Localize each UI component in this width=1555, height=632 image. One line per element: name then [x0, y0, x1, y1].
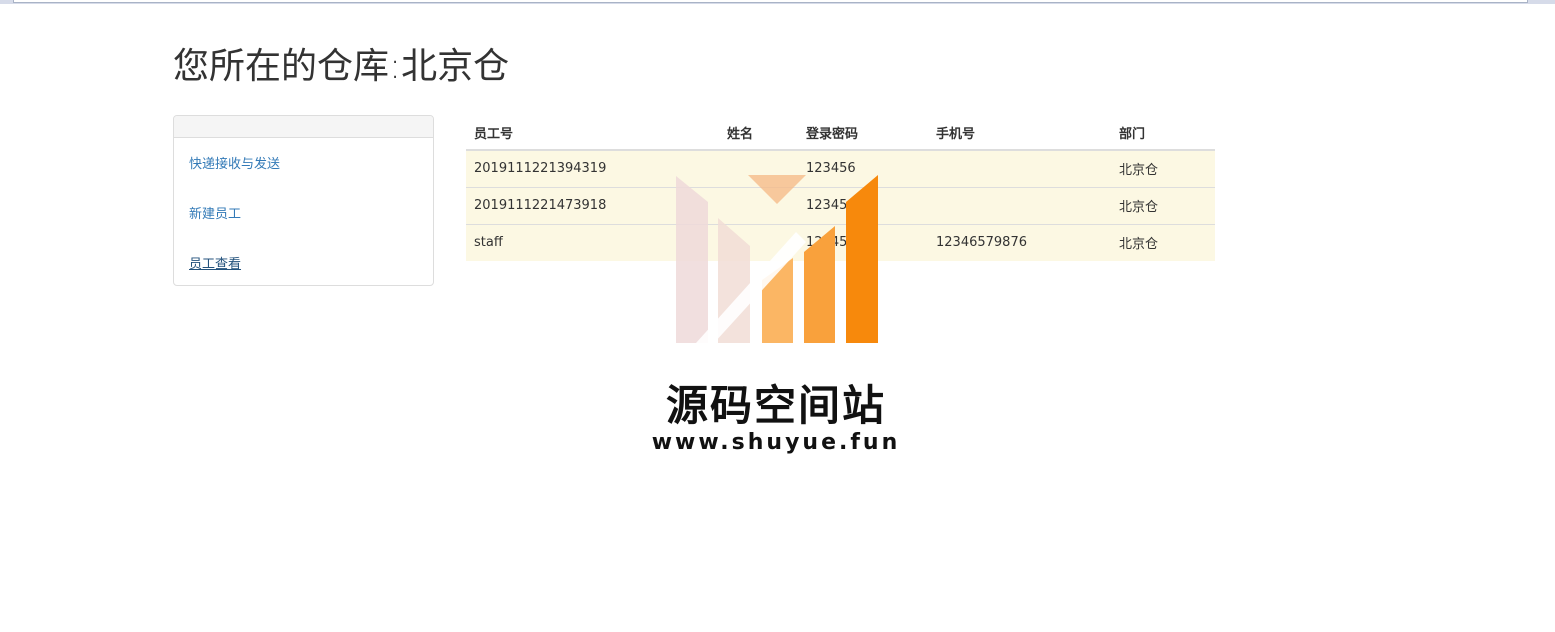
- column-header-employee-id: 员工号: [466, 115, 719, 151]
- cell-phone: [928, 149, 1111, 187]
- watermark-logo-icon: [676, 175, 878, 343]
- column-header-phone: 手机号: [928, 115, 1111, 151]
- cell-department: 北京仓: [1111, 186, 1215, 224]
- table-header-row: 员工号 姓名 登录密码 手机号 部门: [466, 115, 1215, 151]
- cell-department: 北京仓: [1111, 223, 1215, 261]
- column-header-name: 姓名: [719, 115, 798, 151]
- sidebar-item-view-employees[interactable]: 员工查看: [189, 253, 241, 272]
- cell-phone: [928, 186, 1111, 224]
- sidebar-item-new-employee[interactable]: 新建员工: [189, 203, 241, 222]
- sidebar-panel-heading: [174, 116, 433, 138]
- cell-phone: 12346579876: [928, 223, 1111, 261]
- sidebar-item-express-receive-send[interactable]: 快递接收与发送: [189, 153, 280, 172]
- address-bar-edge: [13, 0, 1528, 3]
- column-header-password: 登录密码: [798, 115, 928, 151]
- watermark-site-name: 源码空间站: [665, 381, 886, 430]
- page-title: 您所在的仓库:北京仓: [173, 46, 510, 87]
- watermark-site-url: www.shuyue.fun: [651, 430, 901, 455]
- column-header-department: 部门: [1111, 115, 1215, 151]
- cell-department: 北京仓: [1111, 149, 1215, 187]
- browser-top-edge: [0, 0, 1555, 4]
- sidebar-panel: 快递接收与发送 新建员工 员工查看: [173, 115, 434, 286]
